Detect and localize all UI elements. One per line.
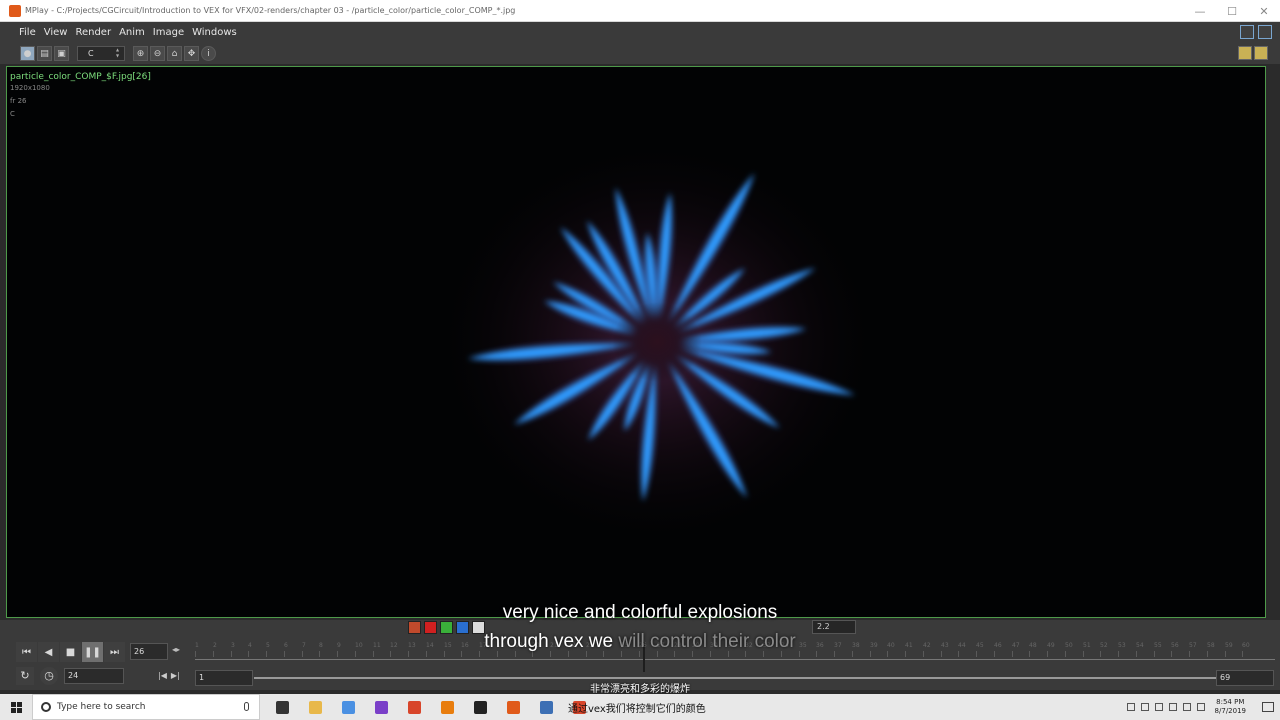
menu-view[interactable]: View xyxy=(40,27,72,38)
system-tray: 8:54 PM 8/7/2019 xyxy=(1126,694,1280,720)
microphone-icon[interactable] xyxy=(244,702,249,711)
maximize-button[interactable]: ☐ xyxy=(1216,0,1248,22)
subtitle-chinese-2: 通过vex我们将控制它们的颜色 xyxy=(568,704,706,715)
window-titlebar: MPlay - C:/Projects/CGCircuit/Introducti… xyxy=(0,0,1280,22)
image-info-overlay: particle_color_COMP_$F.jpg[26] 1920x1080… xyxy=(10,72,151,121)
viewer-toolbar: ● ▤ ▣ C ⊕ ⊖ ⌂ ✥ i xyxy=(0,43,1280,64)
range-start-icon[interactable]: |◀ xyxy=(158,671,167,680)
people-icon[interactable] xyxy=(1126,703,1135,711)
windows-taskbar: Type here to search 通过vex我们将控制它们的颜色 8:54… xyxy=(0,694,1280,720)
channel-select[interactable]: C xyxy=(77,46,125,61)
subtitle-chinese-1: 非常漂亮和多彩的爆炸 xyxy=(590,684,690,695)
minimize-button[interactable]: — xyxy=(1184,0,1216,22)
notification-icon[interactable] xyxy=(1262,702,1274,712)
task-view-icon[interactable] xyxy=(266,694,299,720)
onedrive-icon[interactable] xyxy=(1154,703,1163,711)
windows-logo-icon xyxy=(10,701,22,713)
start-button[interactable] xyxy=(0,694,32,720)
float-window-icon[interactable] xyxy=(1258,25,1272,39)
volume-icon[interactable] xyxy=(1182,703,1191,711)
search-placeholder: Type here to search xyxy=(57,702,146,712)
subtitle-line-2-faded: will control their color xyxy=(618,631,796,652)
explosion-image xyxy=(427,132,887,552)
subtitle-line-1: very nice and colorful explosions xyxy=(502,602,778,623)
affinity-icon[interactable] xyxy=(365,694,398,720)
menu-render[interactable]: Render xyxy=(71,27,115,38)
zoom-out-icon[interactable]: ⊖ xyxy=(150,46,165,61)
info-icon[interactable]: i xyxy=(201,46,216,61)
dropbox-icon[interactable] xyxy=(1196,703,1205,711)
subtitle-line-2-bright: through vex we xyxy=(484,631,619,652)
compare-icon[interactable]: ▤ xyxy=(37,46,52,61)
view-mode-icon[interactable]: ● xyxy=(20,46,35,61)
image-name: particle_color_COMP_$F.jpg[26] xyxy=(10,72,151,82)
pane-layout-icon[interactable] xyxy=(1240,25,1254,39)
menu-image[interactable]: Image xyxy=(149,27,188,38)
mplay-app-icon xyxy=(9,4,21,17)
menu-file[interactable]: File xyxy=(15,27,40,38)
frame-number: fr 26 xyxy=(10,97,27,105)
file-explorer-icon[interactable] xyxy=(299,694,332,720)
document-icon[interactable] xyxy=(530,694,563,720)
menu-bar: File View Render Anim Image Windows xyxy=(0,22,1280,43)
close-button[interactable]: ✕ xyxy=(1248,0,1280,22)
taskbar-search[interactable]: Type here to search xyxy=(32,694,260,720)
range-slider[interactable] xyxy=(254,677,1216,679)
home-icon[interactable]: ⌂ xyxy=(167,46,182,61)
window-title: MPlay - C:/Projects/CGCircuit/Introducti… xyxy=(25,6,516,15)
unreal-icon[interactable] xyxy=(464,694,497,720)
network-icon[interactable] xyxy=(1168,703,1177,711)
clock-time: 8:54 PM xyxy=(1216,698,1245,706)
image-resolution: 1920x1080 xyxy=(10,84,50,92)
frame-icon[interactable]: ✥ xyxy=(184,46,199,61)
chrome-icon[interactable] xyxy=(332,694,365,720)
range-end-icon[interactable]: ▶| xyxy=(171,671,180,680)
houdini-icon[interactable] xyxy=(497,694,530,720)
subtitle-line-2: through vex we will control their color xyxy=(0,631,1280,653)
search-icon xyxy=(41,702,51,712)
timeline-line xyxy=(195,659,1275,660)
clock-date: 8/7/2019 xyxy=(1214,707,1246,715)
channel-label: C xyxy=(10,110,15,118)
clock[interactable]: 8:54 PM 8/7/2019 xyxy=(1215,698,1246,716)
image-viewport[interactable]: particle_color_COMP_$F.jpg[26] 1920x1080… xyxy=(6,66,1266,618)
menu-anim[interactable]: Anim xyxy=(115,27,149,38)
display-options-icon[interactable] xyxy=(1238,46,1252,60)
blender-icon[interactable] xyxy=(431,694,464,720)
display-icon[interactable]: ▣ xyxy=(54,46,69,61)
menu-windows[interactable]: Windows xyxy=(188,27,241,38)
layout-icon[interactable] xyxy=(1254,46,1268,60)
app-red-icon[interactable] xyxy=(398,694,431,720)
chevron-up-icon[interactable] xyxy=(1140,703,1149,711)
zoom-in-icon[interactable]: ⊕ xyxy=(133,46,148,61)
